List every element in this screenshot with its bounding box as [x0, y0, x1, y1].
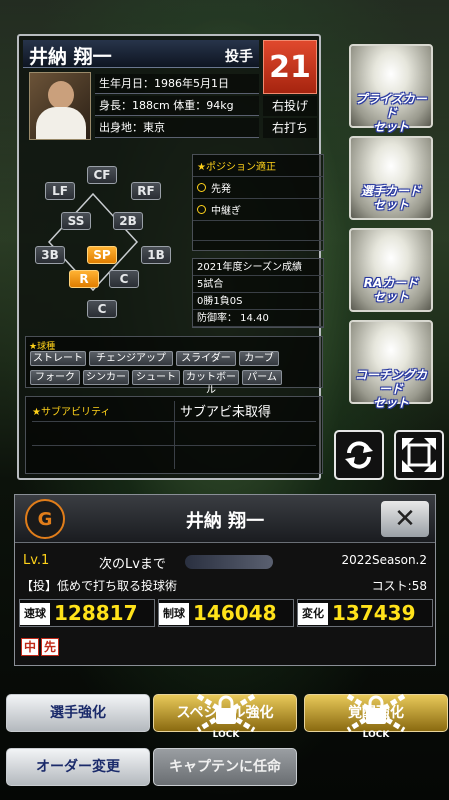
tag-middle: 中 — [21, 638, 39, 656]
season-record: 0勝1負0S — [193, 293, 323, 310]
next-level-label: 次のLvまで — [99, 557, 166, 572]
stat-fastball: 速球 128817 — [19, 599, 155, 627]
bats: 右打ち — [263, 118, 317, 138]
pitch-types-panel: ★球種 ストレート チェンジアップ スライダー カーブ フォーク シンカー シュ… — [25, 336, 323, 396]
sub-ability-value: サブアビ未取得 — [180, 405, 272, 420]
player-card-set-button[interactable]: 選手カード セット — [349, 136, 433, 220]
season-stats-panel: 2021年度シーズン成績 5試合 0勝1負0S 防御率： 14.40 — [192, 258, 324, 328]
pitch-item: カットボール — [183, 370, 239, 396]
player-name: 井納 翔一 — [29, 46, 112, 68]
lock-icon: LOCK — [346, 693, 406, 740]
expand-icon — [402, 438, 436, 472]
sub-ability-title: ★サブアビリティ — [32, 407, 111, 418]
lock-icon: LOCK — [196, 693, 256, 740]
refresh-icon — [345, 441, 373, 469]
pos-sp[interactable]: SP — [87, 246, 117, 264]
sub-ability-panel: ★サブアビリティ サブアビ未取得 — [25, 396, 323, 474]
name-bar: 井納 翔一 投手 — [23, 40, 259, 68]
player-detail-panel: G 井納 翔一 ✕ Lv.1 次のLvまで 2022Season.2 【投】低め… — [14, 494, 436, 666]
photo-body — [36, 107, 86, 139]
prize-card-set-label: プライズカード セット — [355, 92, 427, 134]
pos-1b[interactable]: 1B — [141, 246, 171, 264]
throws: 右投げ — [263, 96, 317, 116]
pos-ss[interactable]: SS — [61, 212, 91, 230]
player-upgrade-button[interactable]: 選手強化 — [6, 694, 150, 732]
circle-icon — [197, 183, 206, 192]
aptitude-starter: 先発 — [193, 176, 323, 198]
pos-2b[interactable]: 2B — [113, 212, 143, 230]
stat-label: 変化 — [298, 603, 328, 625]
stat-value: 146048 — [193, 601, 277, 625]
pitch-item: ストレート — [30, 351, 86, 366]
pitch-item: シンカー — [83, 370, 129, 385]
season-games: 5試合 — [193, 276, 323, 293]
season-era: 防御率： 14.40 — [193, 310, 323, 327]
close-icon: ✕ — [394, 504, 416, 534]
player-photo — [29, 72, 91, 140]
pitch-item: スライダー — [176, 351, 236, 366]
pitch-item: パーム — [242, 370, 282, 385]
ra-card-set-button[interactable]: RAカード セット — [349, 228, 433, 312]
coaching-card-set-button[interactable]: コーチングカード セット — [349, 320, 433, 410]
detail-title-bar: G 井納 翔一 ✕ — [15, 495, 435, 543]
field-diagram: CF LF RF SS 2B 3B SP 1B R C C — [25, 154, 175, 324]
ra-card-set-label: RAカード セット — [363, 276, 419, 304]
stat-value: 137439 — [332, 601, 416, 625]
order-change-button[interactable]: オーダー変更 — [6, 748, 150, 786]
lock-label: LOCK — [213, 730, 241, 740]
stat-label: 制球 — [159, 603, 189, 625]
close-button[interactable]: ✕ — [381, 501, 429, 537]
pitch-item: チェンジアップ — [89, 351, 173, 366]
tag-starter: 先 — [41, 638, 59, 656]
lock-label: LOCK — [363, 730, 391, 740]
position-aptitude-title: ★ポジション適正 — [197, 162, 276, 173]
coaching-card-set-label: コーチングカード セット — [354, 368, 427, 410]
pos-r[interactable]: R — [69, 270, 99, 288]
season-label: 2022Season.2 — [341, 553, 427, 567]
circle-icon — [197, 205, 206, 214]
pos-c[interactable]: C — [87, 300, 117, 318]
pos-rf[interactable]: RF — [131, 182, 161, 200]
birthplace: 出身地：東京 — [95, 118, 259, 138]
next-level-bar — [185, 555, 273, 569]
aptitude-reliever: 中継ぎ — [193, 198, 323, 220]
appoint-captain-button[interactable]: キャプテンに任命 — [153, 748, 297, 786]
divider — [174, 401, 175, 469]
aptitude-label: 中継ぎ — [211, 206, 241, 217]
stat-label: 速球 — [20, 603, 50, 625]
pos-3b[interactable]: 3B — [35, 246, 65, 264]
pitch-item: カーブ — [239, 351, 279, 366]
pos-lf[interactable]: LF — [45, 182, 75, 200]
aptitude-empty-row — [193, 220, 323, 240]
level: Lv.1 — [23, 553, 50, 568]
season-title: 2021年度シーズン成績 — [193, 259, 323, 276]
pos-cf[interactable]: CF — [87, 166, 117, 184]
height-weight: 身長：188cm 体重：94kg — [95, 96, 259, 116]
stat-control: 制球 146048 — [158, 599, 294, 627]
aptitude-empty-row — [193, 240, 323, 260]
refresh-button[interactable] — [334, 430, 384, 480]
aptitude-label: 先発 — [211, 184, 231, 195]
player-card-set-label: 選手カード セット — [360, 184, 421, 212]
stat-breaking: 変化 137439 — [297, 599, 433, 627]
pos-c-middle[interactable]: C — [109, 270, 139, 288]
uniform-number: 21 — [263, 40, 317, 94]
birth-date: 生年月日：1986年5月1日 — [95, 74, 259, 94]
photo-head — [48, 81, 74, 109]
position-aptitude-panel: ★ポジション適正 先発 中継ぎ — [192, 154, 324, 251]
prize-card-set-button[interactable]: プライズカード セット — [349, 44, 433, 134]
pitch-item: シュート — [132, 370, 180, 385]
stat-value: 128817 — [54, 601, 138, 625]
pitch-item: フォーク — [30, 370, 80, 385]
cost-label: コスト:58 — [371, 579, 427, 593]
skill-label: 【投】低めで打ち取る投球術 — [21, 579, 178, 593]
detail-player-name: 井納 翔一 — [185, 511, 265, 532]
expand-button[interactable] — [394, 430, 444, 480]
player-position: 投手 — [225, 49, 253, 65]
player-card: 井納 翔一 投手 21 生年月日：1986年5月1日 身長：188cm 体重：9… — [17, 34, 324, 480]
